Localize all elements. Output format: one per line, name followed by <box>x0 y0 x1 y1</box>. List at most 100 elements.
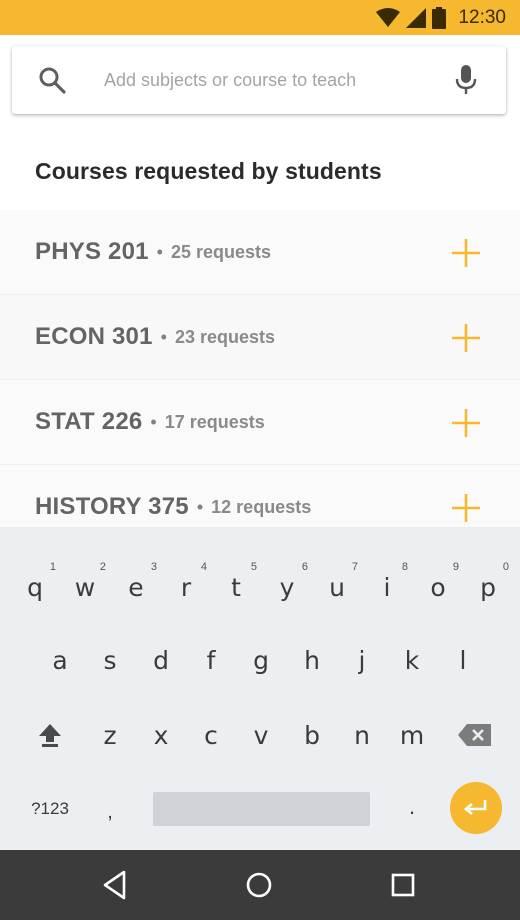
key-m[interactable]: m <box>387 705 437 765</box>
key-s[interactable]: s <box>85 630 135 690</box>
key-label: y <box>279 572 295 602</box>
key-label: a <box>52 645 68 675</box>
key-r[interactable]: 4r <box>161 557 211 617</box>
key-j[interactable]: j <box>337 630 387 690</box>
backspace-key[interactable] <box>450 705 500 765</box>
key-label: z <box>103 720 117 750</box>
key-hint: 1 <box>49 561 56 573</box>
request-count: 12 requests <box>211 496 312 517</box>
key-label: c <box>204 720 218 750</box>
status-time: 12:30 <box>458 6 506 28</box>
key-label: v <box>253 720 269 750</box>
status-bar: 12:30 <box>0 0 520 35</box>
key-label: i <box>383 572 391 602</box>
signal-icon <box>406 7 427 28</box>
key-f[interactable]: f <box>186 630 236 690</box>
key-d[interactable]: d <box>136 630 186 690</box>
add-icon[interactable] <box>450 322 482 354</box>
key-k[interactable]: k <box>387 630 437 690</box>
key-n[interactable]: n <box>337 705 387 765</box>
space-key[interactable] <box>153 792 370 826</box>
keyboard-row-1: 1q 2w 3e 4r 5t 6y 7u 8i 9o 0p <box>0 557 520 617</box>
separator-dot: • <box>150 411 157 432</box>
course-row[interactable]: PHYS 201 • 25 requests <box>0 210 520 295</box>
key-label: d <box>153 645 169 675</box>
separator-dot: • <box>196 496 204 517</box>
back-icon[interactable] <box>99 868 133 902</box>
keyboard-row-2: a s d f g h j k l <box>0 630 520 690</box>
key-label: k <box>404 645 420 675</box>
key-l[interactable]: l <box>438 630 488 690</box>
key-hint: 0 <box>502 561 509 573</box>
key-i[interactable]: 8i <box>362 557 412 617</box>
key-hint: 7 <box>351 561 358 573</box>
key-hint: 8 <box>401 561 408 573</box>
mic-icon[interactable] <box>454 65 478 95</box>
key-label: x <box>153 720 169 750</box>
backspace-icon <box>458 724 491 746</box>
key-u[interactable]: 7u <box>312 557 362 617</box>
course-code: HISTORY 375 <box>35 493 189 520</box>
search-input[interactable] <box>104 64 434 96</box>
course-row[interactable]: STAT 226 • 17 requests <box>0 380 520 465</box>
key-hint: 2 <box>99 561 106 573</box>
request-count: 23 requests <box>174 326 276 347</box>
request-count: 17 requests <box>164 411 265 432</box>
key-y[interactable]: 6y <box>262 557 312 617</box>
comma-key[interactable]: , <box>85 782 135 842</box>
key-label: e <box>128 572 144 602</box>
shift-icon <box>39 724 61 747</box>
course-code: ECON 301 <box>35 323 153 350</box>
status-icons: 12:30 <box>376 0 506 35</box>
key-o[interactable]: 9o <box>413 557 463 617</box>
symbols-key[interactable]: ?123 <box>22 779 78 839</box>
period-key[interactable]: . <box>387 777 437 837</box>
recents-icon[interactable] <box>386 868 420 902</box>
separator-dot: • <box>160 326 167 347</box>
separator-dot: • <box>156 241 163 262</box>
request-count: 25 requests <box>170 241 272 262</box>
key-v[interactable]: v <box>236 705 286 765</box>
add-icon[interactable] <box>450 492 482 524</box>
key-label: r <box>180 572 192 602</box>
key-label: m <box>399 720 425 750</box>
course-code: PHYS 201 <box>35 238 149 265</box>
key-label: g <box>253 645 269 675</box>
key-w[interactable]: 2w <box>60 557 110 617</box>
key-g[interactable]: g <box>236 630 286 690</box>
home-icon[interactable] <box>242 868 276 902</box>
add-icon[interactable] <box>450 407 482 439</box>
battery-icon <box>432 6 447 29</box>
key-hint: 6 <box>301 561 308 573</box>
wifi-icon <box>376 7 401 27</box>
key-label: q <box>27 572 43 602</box>
key-hint: 9 <box>452 561 459 573</box>
key-t[interactable]: 5t <box>211 557 261 617</box>
key-h[interactable]: h <box>287 630 337 690</box>
key-e[interactable]: 3e <box>111 557 161 617</box>
course-row[interactable]: ECON 301 • 23 requests <box>0 295 520 380</box>
shift-key[interactable] <box>25 705 75 765</box>
key-label: o <box>430 572 446 602</box>
key-q[interactable]: 1q <box>10 557 60 617</box>
search-bar[interactable] <box>12 46 506 114</box>
key-z[interactable]: z <box>85 705 135 765</box>
key-c[interactable]: c <box>186 705 236 765</box>
section-title: Courses requested by students <box>35 158 382 184</box>
enter-key[interactable] <box>450 782 502 834</box>
key-label: w <box>74 572 96 602</box>
key-b[interactable]: b <box>287 705 337 765</box>
search-icon[interactable] <box>38 66 66 94</box>
keyboard-row-3: z x c v b n m <box>0 705 520 765</box>
key-label: s <box>103 645 117 675</box>
key-hint: 3 <box>150 561 157 573</box>
enter-icon <box>463 800 487 815</box>
symbols-label: ?123 <box>31 799 69 818</box>
course-code: STAT 226 <box>35 408 143 435</box>
add-icon[interactable] <box>450 237 482 269</box>
key-x[interactable]: x <box>136 705 186 765</box>
key-label: p <box>480 572 496 602</box>
key-label: l <box>459 645 467 675</box>
key-p[interactable]: 0p <box>463 557 513 617</box>
key-a[interactable]: a <box>35 630 85 690</box>
